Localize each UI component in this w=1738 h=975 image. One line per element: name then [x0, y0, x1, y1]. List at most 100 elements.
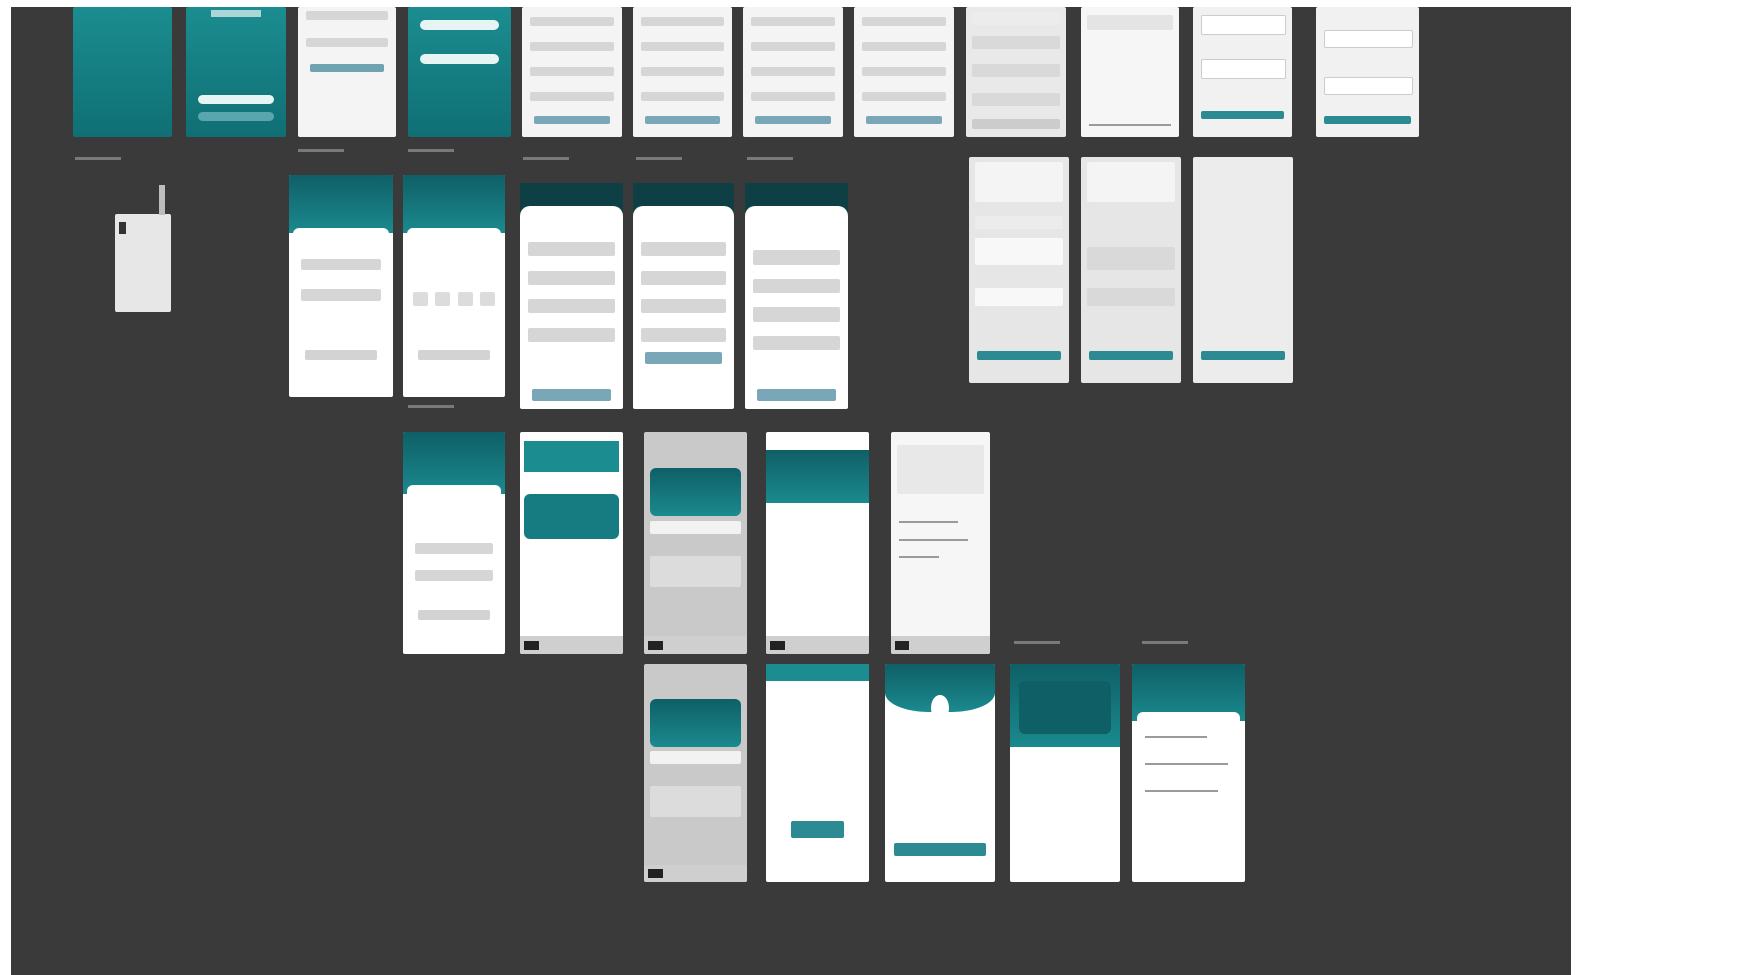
frame-form-b[interactable] — [633, 7, 732, 137]
form-a-field-3[interactable] — [530, 66, 614, 76]
frame-detail-d[interactable] — [1132, 664, 1245, 882]
settings-a-row-2[interactable] — [975, 238, 1063, 266]
list-a-row-5[interactable] — [972, 118, 1060, 130]
list-c-field-1[interactable] — [1200, 14, 1287, 35]
form-dark-c-field-1[interactable] — [753, 250, 840, 265]
form-d-field-1[interactable] — [862, 17, 946, 27]
frame-login[interactable] — [298, 7, 396, 137]
frame-card-b[interactable] — [403, 175, 505, 397]
form-dark-c-field-4[interactable] — [753, 335, 840, 350]
settings-a-row-3[interactable] — [975, 288, 1063, 307]
frame-home-c[interactable] — [766, 432, 869, 654]
settings-a-button[interactable] — [977, 351, 1061, 361]
list-d-action-button[interactable] — [1324, 116, 1411, 124]
frame-detail-a[interactable] — [644, 664, 747, 882]
form-d-field-4[interactable] — [862, 91, 946, 101]
form-dark-a-field-4[interactable] — [528, 327, 615, 342]
list-d-field-2[interactable] — [1324, 77, 1413, 95]
form-dark-c-submit-button[interactable] — [757, 388, 836, 401]
detail-a-bottom-nav[interactable] — [644, 864, 747, 882]
settings-c-button[interactable] — [1201, 351, 1285, 361]
settings-c-row-6[interactable] — [1199, 312, 1287, 332]
frame-splash[interactable] — [73, 7, 172, 137]
card-b-otp-3[interactable] — [457, 292, 473, 306]
form-b-field-4[interactable] — [640, 91, 725, 101]
frame-choose[interactable] — [408, 7, 511, 137]
form-b-field-2[interactable] — [640, 42, 725, 52]
form-a-field-1[interactable] — [530, 17, 614, 27]
form-c-field-1[interactable] — [751, 17, 835, 27]
frame-settings-b[interactable] — [1081, 157, 1181, 383]
home-b-row-2[interactable] — [650, 556, 741, 588]
form-dark-a-submit-button[interactable] — [532, 388, 611, 401]
form-dark-b-field-3[interactable] — [641, 299, 726, 314]
choose-option-b[interactable] — [420, 53, 499, 65]
welcome-signup-button[interactable] — [198, 112, 274, 122]
form-dark-c-field-2[interactable] — [753, 278, 840, 294]
frame-list-c[interactable] — [1193, 7, 1292, 137]
login-email-field[interactable] — [305, 10, 389, 20]
frame-list-a[interactable] — [966, 7, 1066, 137]
frame-card-c[interactable] — [403, 432, 505, 654]
card-c-field-2[interactable] — [414, 569, 494, 582]
list-a-row-1[interactable] — [972, 12, 1060, 26]
frame-form-dark-c[interactable] — [745, 183, 848, 409]
frame-list-d[interactable] — [1316, 7, 1419, 137]
card-b-otp-1[interactable] — [412, 292, 428, 306]
form-a-field-4[interactable] — [530, 91, 614, 101]
frame-form-dark-a[interactable] — [520, 183, 623, 409]
frame-phone-small[interactable] — [115, 214, 171, 312]
frame-home-b[interactable] — [644, 432, 747, 654]
login-submit-button[interactable] — [309, 64, 385, 72]
card-a-field-1[interactable] — [300, 258, 382, 271]
settings-c-row-1[interactable] — [1199, 166, 1287, 185]
home-a-bottom-nav[interactable] — [520, 636, 623, 654]
form-dark-b-field-4[interactable] — [641, 327, 726, 342]
list-a-row-2[interactable] — [972, 35, 1060, 49]
card-b-button[interactable] — [418, 349, 490, 360]
frame-detail-c[interactable] — [1010, 664, 1120, 882]
card-a-button[interactable] — [304, 349, 378, 360]
design-canvas[interactable] — [11, 7, 1571, 975]
detail-a-row-1[interactable] — [650, 751, 741, 765]
frame-card-a[interactable] — [289, 175, 393, 397]
form-dark-c-field-3[interactable] — [753, 307, 840, 322]
form-b-submit-button[interactable] — [644, 116, 721, 124]
frame-home-a[interactable] — [520, 432, 623, 654]
form-c-field-3[interactable] — [751, 66, 835, 76]
form-c-field-4[interactable] — [751, 91, 835, 101]
settings-c-row-5[interactable] — [1199, 283, 1287, 302]
frame-form-c[interactable] — [743, 7, 843, 137]
frame-success[interactable] — [885, 664, 995, 882]
card-a-field-2[interactable] — [300, 289, 382, 301]
frame-welcome[interactable] — [186, 7, 286, 137]
form-c-submit-button[interactable] — [755, 116, 831, 124]
form-b-field-1[interactable] — [640, 17, 725, 27]
frame-settings-c[interactable] — [1193, 157, 1293, 383]
settings-b-row-1[interactable] — [1087, 247, 1175, 270]
form-b-field-3[interactable] — [640, 66, 725, 76]
form-d-submit-button[interactable] — [866, 116, 942, 124]
home-d-bottom-nav[interactable] — [891, 636, 990, 654]
detail-a-row-2[interactable] — [650, 786, 741, 817]
form-dark-a-field-2[interactable] — [528, 270, 615, 285]
frame-settings-a[interactable] — [969, 157, 1069, 383]
login-password-field[interactable] — [305, 38, 389, 48]
list-a-row-3[interactable] — [972, 64, 1060, 78]
card-c-field-1[interactable] — [414, 542, 494, 555]
form-dark-a-field-3[interactable] — [528, 299, 615, 314]
list-d-field-1[interactable] — [1324, 30, 1413, 48]
settings-b-button[interactable] — [1089, 351, 1173, 361]
choose-option-a[interactable] — [420, 20, 499, 31]
home-c-bottom-nav[interactable] — [766, 636, 869, 654]
form-d-field-2[interactable] — [862, 42, 946, 52]
success-button[interactable] — [893, 842, 987, 856]
card-b-otp-2[interactable] — [435, 292, 451, 306]
form-d-field-3[interactable] — [862, 66, 946, 76]
settings-a-row-1[interactable] — [975, 215, 1063, 230]
form-a-field-2[interactable] — [530, 42, 614, 52]
list-c-field-2[interactable] — [1200, 59, 1287, 80]
home-b-row-1[interactable] — [650, 520, 741, 535]
frame-list-b[interactable] — [1081, 7, 1179, 137]
frame-form-d[interactable] — [854, 7, 954, 137]
